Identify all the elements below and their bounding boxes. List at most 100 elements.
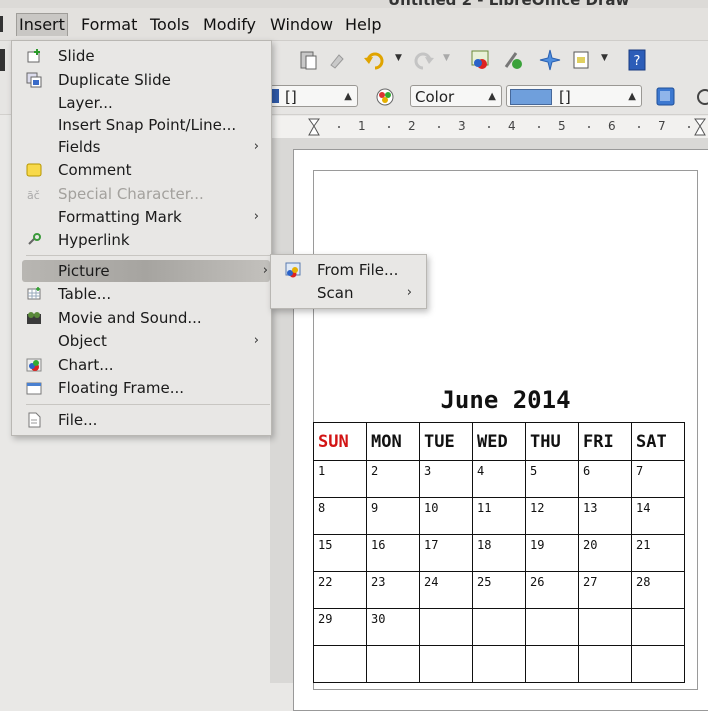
- line-style-arrow-icon: ▲: [344, 91, 352, 102]
- menu-modify[interactable]: Modify: [203, 14, 256, 36]
- ruler-mark: 7: [658, 119, 666, 133]
- menu-format[interactable]: Format: [81, 14, 137, 36]
- menu-item-insert-snap-point[interactable]: Insert Snap Point/Line...: [12, 114, 271, 136]
- calendar-day-cell: 22: [313, 571, 367, 609]
- menu-separator: [26, 255, 270, 256]
- ruler-tick: [388, 126, 390, 128]
- calendar-day-cell: 17: [419, 534, 473, 572]
- calendar-day-cell: 12: [525, 497, 579, 535]
- glue-dropdown-icon[interactable]: ▼: [601, 53, 608, 63]
- day-header: TUE: [419, 422, 473, 461]
- menu-help[interactable]: Help: [345, 14, 381, 36]
- menu-item-from-file[interactable]: From File...: [271, 259, 426, 281]
- calendar-day-cell: 28: [631, 571, 685, 609]
- day-header: SAT: [631, 422, 685, 461]
- ruler-tick: [488, 126, 490, 128]
- calendar-week-row: 8 9 10 11 12 13 14: [313, 497, 685, 535]
- menu-item-label: Formatting Mark: [58, 208, 182, 226]
- ruler-mark: 3: [458, 119, 466, 133]
- calendar-day-cell: 3: [419, 460, 473, 498]
- window-title: Untitled 2 - LibreOffice Draw: [388, 0, 629, 8]
- submenu-arrow-icon: ›: [253, 209, 259, 224]
- calendar-day-cell: 27: [578, 571, 632, 609]
- menu-item-formatting-mark[interactable]: Formatting Mark ›: [12, 206, 271, 228]
- floating-frame-icon: [26, 382, 42, 395]
- rotate-icon[interactable]: [694, 86, 708, 108]
- day-header: FRI: [578, 422, 632, 461]
- area-fill-swatch: [510, 89, 552, 105]
- area-style-combo[interactable]: Color ▲: [410, 85, 502, 107]
- menu-item-fields[interactable]: Fields ›: [12, 136, 271, 158]
- calendar-day-cell: 10: [419, 497, 473, 535]
- glue-points-icon[interactable]: [570, 49, 592, 71]
- clone-formatting-icon[interactable]: [327, 49, 349, 71]
- submenu-arrow-icon: ›: [253, 139, 259, 154]
- toolbar-edge: [0, 49, 5, 71]
- duplicate-slide-icon: [26, 72, 42, 88]
- help-icon[interactable]: ?: [626, 49, 648, 71]
- calendar-day-cell: [472, 608, 526, 646]
- undo-icon[interactable]: [363, 49, 385, 71]
- menu-item-scan[interactable]: Scan ›: [271, 282, 426, 304]
- menu-tools[interactable]: Tools: [150, 14, 189, 36]
- undo-dropdown-icon[interactable]: ▼: [395, 53, 402, 63]
- calendar-day-cell: [578, 608, 632, 646]
- area-style-value: Color: [415, 88, 455, 106]
- calendar-week-row: 1234567: [313, 460, 685, 498]
- menu-item-comment[interactable]: Comment: [12, 159, 271, 181]
- ruler-tick: [438, 126, 440, 128]
- menu-item-layer[interactable]: Layer...: [12, 92, 271, 114]
- menu-insert[interactable]: Insert: [16, 13, 68, 36]
- menu-separator: [26, 404, 270, 405]
- menu-item-slide[interactable]: Slide: [12, 45, 271, 67]
- menu-item-label: File...: [58, 411, 98, 429]
- movie-icon: [27, 312, 41, 324]
- insert-menu: Slide Duplicate Slide Layer... Insert Sn…: [11, 40, 272, 436]
- ruler-left-indent-icon[interactable]: [308, 118, 320, 136]
- menu-item-special-character[interactable]: āč Special Character...: [12, 183, 271, 205]
- calendar-day-cell: 1: [313, 460, 367, 498]
- horizontal-ruler[interactable]: 1 2 3 4 5 6 7: [270, 116, 708, 139]
- menu-item-object[interactable]: Object ›: [12, 330, 271, 352]
- calendar-day-cell: 14: [631, 497, 685, 535]
- menu-window[interactable]: Window: [270, 14, 333, 36]
- area-icon[interactable]: [374, 86, 396, 108]
- calendar-week-row: 15 16 17 18 19 20 21: [313, 534, 685, 572]
- menu-item-label: Floating Frame...: [58, 379, 185, 397]
- ruler-tick: [688, 126, 690, 128]
- svg-text:?: ?: [634, 54, 641, 69]
- calendar-day-cell: 9: [366, 497, 420, 535]
- calendar-day-cell: 8: [313, 497, 367, 535]
- insert-image-icon[interactable]: [470, 49, 492, 71]
- menu-item-label: Slide: [58, 47, 95, 65]
- area-fill-combo[interactable]: [] ▲: [506, 85, 642, 107]
- menu-item-file[interactable]: File...: [12, 409, 271, 431]
- menu-item-floating-frame[interactable]: Floating Frame...: [12, 377, 271, 399]
- menu-item-duplicate-slide[interactable]: Duplicate Slide: [12, 69, 271, 91]
- calendar-title[interactable]: June 2014: [313, 386, 698, 414]
- menu-item-movie-and-sound[interactable]: Movie and Sound...: [12, 307, 271, 329]
- menu-item-hyperlink[interactable]: Hyperlink: [12, 229, 271, 251]
- ruler-tick: [338, 126, 340, 128]
- ruler-right-indent-icon[interactable]: [694, 118, 706, 136]
- calendar-table[interactable]: SUN MON TUE WED THU FRI SAT 1234567 8 9 10…: [313, 422, 685, 683]
- menu-item-chart[interactable]: Chart...: [12, 354, 271, 376]
- area-fill-value: []: [559, 88, 571, 106]
- points-icon[interactable]: [539, 49, 561, 71]
- paste-icon[interactable]: [297, 49, 319, 71]
- menu-item-label: Object: [58, 332, 107, 350]
- insert-object-icon[interactable]: [502, 49, 524, 71]
- calendar-day-cell: [525, 645, 579, 683]
- line-style-combo[interactable]: [] ▲: [270, 85, 358, 107]
- calendar-day-cell: 29: [313, 608, 367, 646]
- menu-item-table[interactable]: Table...: [12, 283, 271, 305]
- redo-icon[interactable]: [413, 49, 435, 71]
- calendar-day-cell: [313, 645, 367, 683]
- menu-item-label: Chart...: [58, 356, 114, 374]
- hyperlink-icon: [28, 233, 41, 245]
- menu-item-picture[interactable]: Picture ›: [22, 260, 270, 282]
- redo-dropdown-icon[interactable]: ▼: [443, 53, 450, 63]
- calendar-day-cell: [525, 608, 579, 646]
- shadow-icon[interactable]: [655, 86, 677, 108]
- day-header: WED: [472, 422, 526, 461]
